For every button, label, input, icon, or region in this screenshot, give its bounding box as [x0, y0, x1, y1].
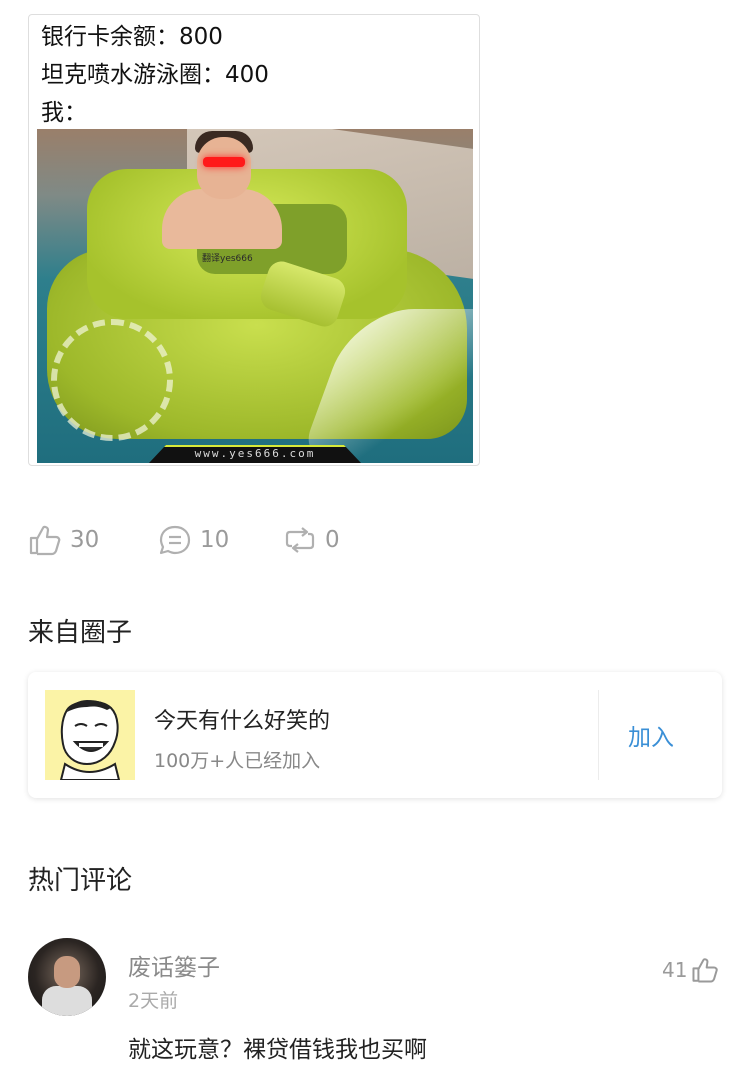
tank-pool-photo: 翻译yes666 www.yes666.com [37, 129, 473, 463]
comment-text: 就这玩意？裸贷借钱我也买啊 [128, 1037, 427, 1063]
circle-card[interactable]: 今天有什么好笑的 100万+人已经加入 加入 [28, 672, 722, 798]
like-button[interactable]: 30 [28, 524, 99, 556]
comment-like-count: 41 [662, 958, 688, 982]
post-image[interactable]: 银行卡余额：800 坦克喷水游泳圈：400 我： 翻译yes666 www.ye… [28, 14, 480, 466]
laughing-face-icon [59, 700, 121, 781]
photo-url-banner: www.yes666.com [149, 445, 361, 463]
tank-tread [51, 319, 173, 441]
comment-button[interactable]: 10 [158, 524, 229, 556]
avatar-body [42, 986, 92, 1016]
comment-like-button[interactable]: 41 [662, 956, 719, 984]
glowing-eyes [203, 157, 245, 167]
join-circle-button[interactable]: 加入 [628, 718, 694, 752]
avatar[interactable] [28, 938, 106, 1016]
divider [598, 690, 599, 780]
avatar-face [54, 956, 80, 988]
comment-username[interactable]: 废话篓子 [128, 948, 220, 982]
thumbs-up-icon [29, 525, 61, 556]
repost-count: 0 [325, 527, 340, 553]
person-head [197, 137, 251, 199]
comment-timestamp: 2天前 [128, 990, 179, 1012]
meme-caption-line: 坦克喷水游泳圈：400 [41, 62, 269, 88]
section-title-comments: 热门评论 [28, 866, 133, 896]
photo-watermark: 翻译yes666 [202, 254, 253, 264]
comment-count: 10 [200, 527, 230, 553]
circle-avatar [45, 690, 135, 781]
thumbs-up-icon [692, 958, 719, 983]
circle-member-count: 100万+人已经加入 [154, 750, 321, 772]
repost-button[interactable]: 0 [283, 524, 340, 556]
repost-icon [285, 527, 315, 553]
like-count: 30 [70, 527, 100, 553]
section-title-circle: 来自圈子 [28, 618, 133, 648]
circle-name: 今天有什么好笑的 [154, 709, 331, 734]
meme-caption-line: 银行卡余额：800 [41, 24, 223, 50]
meme-caption-line: 我： [41, 100, 87, 126]
comment-icon [159, 525, 191, 555]
